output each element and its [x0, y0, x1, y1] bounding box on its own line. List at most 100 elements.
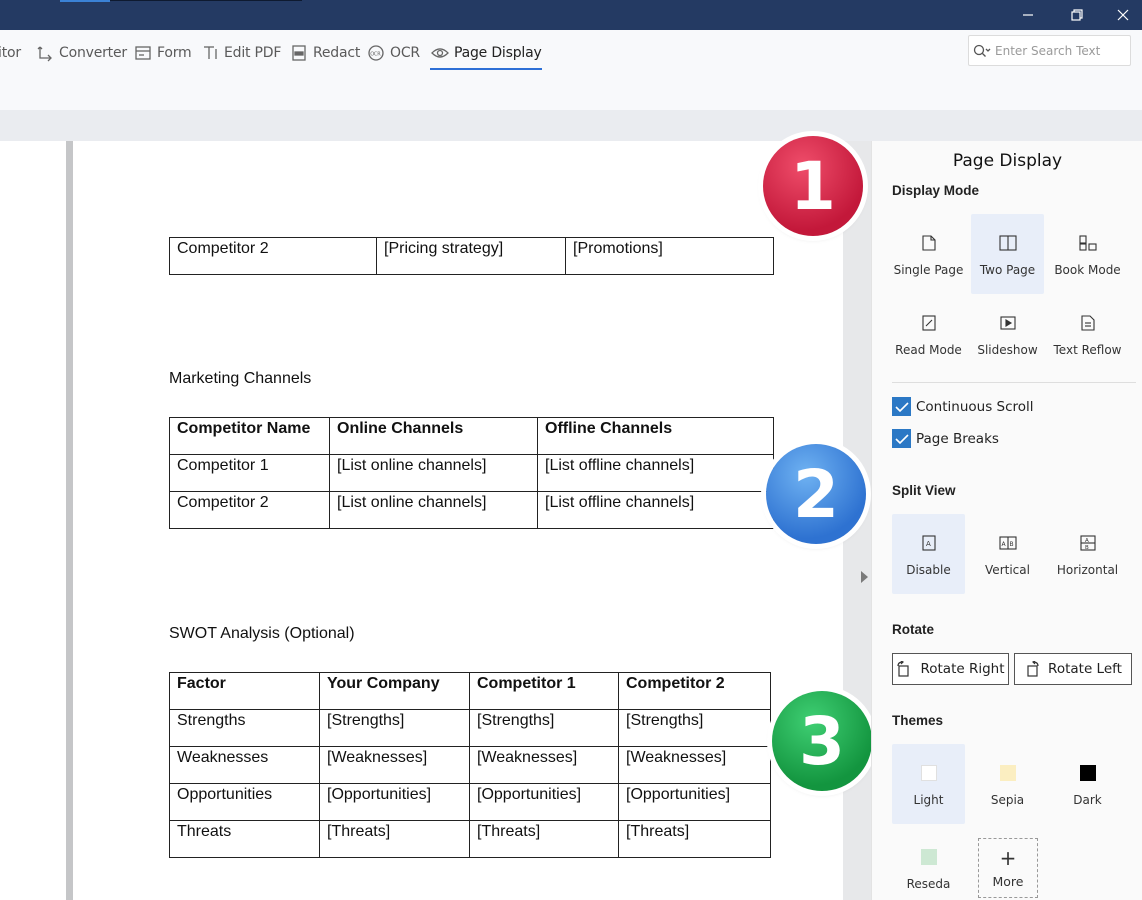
table-cell: [Weaknesses] [618, 746, 771, 784]
split-view-disable[interactable]: A Disable [892, 514, 965, 594]
checkbox-checked-icon [892, 429, 911, 448]
restore-button[interactable] [1054, 0, 1100, 30]
option-label: Text Reflow [1053, 343, 1122, 357]
option-label: Single Page [893, 263, 964, 277]
table-cell: [Strengths] [618, 709, 771, 747]
table-cell: [List online channels] [329, 491, 538, 529]
page-breaks-checkbox[interactable]: Page Breaks [892, 429, 999, 448]
checkbox-label: Continuous Scroll [916, 398, 1034, 415]
theme-dark[interactable]: Dark [1051, 744, 1124, 824]
form-icon [133, 43, 153, 63]
option-label: Dark [1073, 793, 1102, 807]
tab-indicator [110, 0, 302, 1]
split-view-vertical[interactable]: AB Vertical [971, 514, 1044, 594]
option-label: Vertical [985, 563, 1030, 577]
toolbar-converter-label: Converter [59, 45, 127, 61]
toolbar-redact[interactable]: Redact [289, 39, 360, 67]
table-header-cell: Online Channels [329, 417, 538, 455]
eye-icon [430, 43, 450, 63]
split-view-title: Split View [892, 483, 956, 498]
display-mode-single-page[interactable]: Single Page [892, 214, 965, 294]
toolbar-edit-pdf[interactable]: Edit PDF [200, 39, 281, 67]
table-row: Strengths [Strengths] [Strengths] [Stren… [169, 709, 771, 747]
toolbar-ocr[interactable]: OCR OCR [366, 39, 420, 67]
display-mode-text-reflow[interactable]: Text Reflow [1051, 294, 1124, 374]
pricing-table: Competitor 2 [Pricing strategy] [Promoti… [169, 237, 774, 275]
more-label: More [992, 873, 1024, 889]
table-row: Opportunities [Opportunities] [Opportuni… [169, 783, 771, 821]
step-badge-1: 1 [763, 136, 863, 236]
read-mode-icon [921, 312, 936, 334]
single-page-icon [921, 232, 936, 254]
checkbox-label: Page Breaks [916, 430, 999, 447]
panel-collapse-arrow-icon[interactable] [861, 571, 868, 583]
split-vertical-icon: AB [998, 532, 1017, 554]
previous-page-edge [0, 141, 66, 900]
continuous-scroll-checkbox[interactable]: Continuous Scroll [892, 397, 1034, 416]
table-cell: [Threats] [319, 820, 470, 858]
toolbar-converter[interactable]: Converter [35, 39, 127, 67]
toolbar: itor Converter Form Edit PDF Redact OCR … [0, 30, 1142, 110]
converter-icon [35, 43, 55, 63]
slideshow-icon [999, 312, 1016, 334]
table-header-row: Factor Your Company Competitor 1 Competi… [169, 672, 771, 710]
rotate-right-icon [897, 661, 910, 677]
toolbar-page-display[interactable]: Page Display [430, 39, 542, 70]
table-header-cell: Your Company [319, 672, 470, 710]
marketing-table: Competitor Name Online Channels Offline … [169, 417, 774, 529]
split-view-horizontal[interactable]: AB Horizontal [1051, 514, 1124, 594]
edit-pdf-icon [200, 43, 220, 63]
restore-icon [1071, 9, 1083, 21]
redact-icon [289, 43, 309, 63]
table-cell: [Strengths] [319, 709, 470, 747]
table-cell: [Strengths] [469, 709, 619, 747]
checkbox-checked-icon [892, 397, 911, 416]
table-cell: [Threats] [618, 820, 771, 858]
table-cell: [Opportunities] [469, 783, 619, 821]
toolbar-form-label: Form [157, 45, 192, 61]
table-cell: [List offline channels] [537, 454, 774, 492]
table-cell: [List online channels] [329, 454, 538, 492]
display-mode-title: Display Mode [892, 183, 980, 198]
display-mode-slideshow[interactable]: Slideshow [971, 294, 1044, 374]
close-button[interactable] [1100, 0, 1142, 30]
theme-sepia[interactable]: Sepia [971, 744, 1044, 824]
toolbar-redact-label: Redact [313, 45, 361, 61]
split-disable-icon: A [921, 532, 936, 554]
table-cell: Threats [169, 820, 320, 858]
search-input[interactable] [995, 43, 1115, 58]
search-box[interactable] [968, 35, 1131, 66]
more-themes-button[interactable]: + More [978, 838, 1038, 898]
step-badge-2: 2 [766, 444, 866, 544]
svg-text:OCR: OCR [370, 52, 381, 58]
text-reflow-icon [1080, 312, 1095, 334]
book-mode-icon [1078, 232, 1097, 254]
table-row: Weaknesses [Weaknesses] [Weaknesses] [We… [169, 746, 771, 784]
theme-reseda-swatch [920, 846, 937, 868]
svg-text:A: A [1085, 538, 1089, 544]
toolbar-editor-label: itor [0, 45, 21, 61]
title-bar [0, 0, 1142, 30]
step-badge-3: 3 [772, 691, 872, 791]
swot-table: Factor Your Company Competitor 1 Competi… [169, 672, 771, 858]
theme-light[interactable]: Light [892, 744, 965, 824]
table-row: Threats [Threats] [Threats] [Threats] [169, 820, 771, 858]
table-row: Competitor 2 [List online channels] [Lis… [169, 491, 774, 529]
display-mode-two-page[interactable]: Two Page [971, 214, 1044, 294]
two-page-icon [998, 232, 1017, 254]
toolbar-editor[interactable]: itor [0, 39, 21, 67]
option-label: Two Page [979, 263, 1036, 277]
page-gap [66, 141, 73, 900]
rotate-left-button[interactable]: Rotate Left [1014, 653, 1132, 685]
rotate-right-button[interactable]: Rotate Right [892, 653, 1009, 685]
svg-text:A: A [1001, 541, 1006, 548]
display-mode-read-mode[interactable]: Read Mode [892, 294, 965, 374]
option-label: Light [913, 793, 944, 807]
display-mode-book-mode[interactable]: Book Mode [1051, 214, 1124, 294]
option-label: Reseda [906, 877, 951, 891]
minimize-button[interactable] [1005, 0, 1051, 30]
theme-reseda[interactable]: Reseda [892, 828, 965, 900]
toolbar-form[interactable]: Form [133, 39, 192, 67]
svg-text:B: B [1085, 545, 1089, 551]
rotate-right-label: Rotate Right [920, 661, 1005, 677]
